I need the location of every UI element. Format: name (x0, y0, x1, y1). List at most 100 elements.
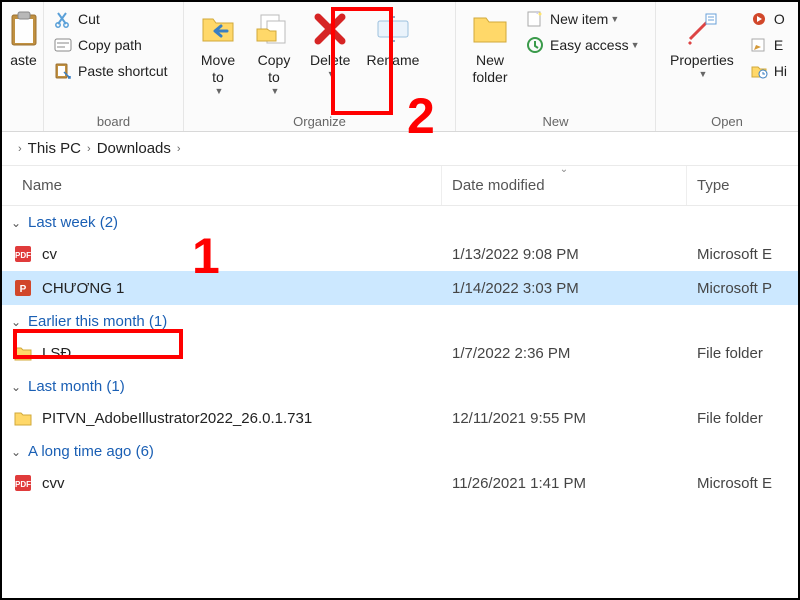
new-group-label: New (456, 114, 655, 129)
breadcrumb-item[interactable]: This PC (28, 140, 81, 157)
easy-access-label: Easy access (550, 37, 629, 53)
ribbon: aste Cut Copy path Paste shortcut (2, 2, 798, 132)
group-label: Last month (1) (28, 378, 125, 395)
rename-button[interactable]: Rename (358, 6, 427, 71)
clipboard-group: Cut Copy path Paste shortcut board (44, 2, 184, 131)
chevron-right-icon: › (87, 143, 91, 155)
organize-group: Move to ▼ Copy to ▼ Delete ▼ (184, 2, 456, 131)
file-date: 1/7/2022 2:36 PM (442, 345, 687, 362)
dropdown-caret-icon: ▼ (213, 86, 224, 97)
clipboard-icon (4, 8, 44, 50)
file-name: LSĐ (42, 345, 71, 362)
group-header[interactable]: ⌄ A long time ago (6) (2, 435, 798, 466)
file-type: File folder (687, 345, 798, 362)
cut-label: Cut (78, 11, 100, 27)
column-header-date[interactable]: ⌄ Date modified (442, 166, 687, 205)
file-row[interactable]: PCHƯƠNG 11/14/2022 3:03 PMMicrosoft P (2, 271, 798, 305)
group-header[interactable]: ⌄ Last week (2) (2, 206, 798, 237)
file-date: 1/13/2022 9:08 PM (442, 246, 687, 263)
properties-label: Properties (670, 52, 734, 69)
properties-icon (682, 8, 722, 50)
group-header[interactable]: ⌄ Earlier this month (1) (2, 305, 798, 336)
group-label: Last week (2) (28, 214, 118, 231)
open-label: O (774, 11, 785, 27)
file-row[interactable]: PDFcv1/13/2022 9:08 PMMicrosoft E (2, 237, 798, 271)
chevron-down-icon: ⌄ (8, 216, 24, 230)
column-header-name[interactable]: Name (2, 166, 442, 205)
file-name-cell: PCHƯƠNG 1 (12, 277, 442, 299)
pdf-icon: PDF (12, 243, 34, 265)
new-folder-button[interactable]: New folder (462, 6, 518, 88)
new-item-icon (524, 9, 546, 29)
file-type: Microsoft E (687, 475, 798, 492)
paste-shortcut-button[interactable]: Paste shortcut (50, 58, 177, 84)
group-label: Earlier this month (1) (28, 313, 167, 330)
chevron-right-icon: › (177, 143, 181, 155)
file-name: PITVN_AdobeIllustrator2022_26.0.1.731 (42, 410, 312, 427)
chevron-down-icon: ⌄ (8, 315, 24, 329)
easy-access-icon (524, 35, 546, 55)
edit-icon (748, 35, 770, 55)
sort-indicator-icon: ⌄ (560, 164, 568, 175)
scissors-icon (52, 9, 74, 29)
breadcrumb[interactable]: › This PC › Downloads › (2, 132, 798, 166)
file-name: cv (42, 246, 57, 263)
file-row[interactable]: PITVN_AdobeIllustrator2022_26.0.1.731 12/… (2, 401, 798, 435)
paste-label: aste (10, 52, 36, 69)
history-icon (748, 61, 770, 81)
group-header[interactable]: ⌄ Last month (1) (2, 370, 798, 401)
file-name-cell: PDF cv (12, 243, 442, 265)
column-header-type[interactable]: Type (687, 166, 798, 205)
copy-path-button[interactable]: Copy path (50, 32, 177, 58)
history-button[interactable]: Hi (746, 58, 789, 84)
file-date: 12/11/2021 9:55 PM (442, 410, 687, 427)
paste-button[interactable]: aste (10, 6, 37, 71)
move-to-button[interactable]: Move to ▼ (190, 6, 246, 98)
folder-icon (12, 342, 34, 364)
easy-access-button[interactable]: Easy access ▼ (522, 32, 642, 58)
folder-icon (12, 407, 34, 429)
rename-icon (373, 8, 413, 50)
dropdown-caret-icon: ▼ (696, 69, 707, 80)
file-list: ⌄Last week (2)PDFcv1/13/2022 9:08 PMMicr… (2, 206, 798, 500)
file-row[interactable]: PDFcvv11/26/2021 1:41 PMMicrosoft E (2, 466, 798, 500)
svg-text:PDF: PDF (15, 251, 31, 260)
new-item-button[interactable]: New item ▼ (522, 6, 642, 32)
file-name: cvv (42, 475, 65, 492)
new-item-label: New item (550, 11, 608, 27)
cut-button[interactable]: Cut (50, 6, 177, 32)
clipboard-group-label: board (44, 114, 183, 129)
delete-x-icon (310, 8, 350, 50)
copy-to-button[interactable]: Copy to ▼ (246, 6, 302, 98)
dropdown-caret-icon: ▼ (608, 14, 619, 24)
open-group: Properties ▼ O E (656, 2, 798, 131)
file-row[interactable]: LSĐ 1/7/2022 2:36 PMFile folder (2, 336, 798, 370)
delete-button[interactable]: Delete ▼ (302, 6, 358, 82)
chevron-down-icon: ⌄ (8, 445, 24, 459)
open-group-label: Open (656, 114, 798, 129)
open-icon (748, 9, 770, 29)
open-button[interactable]: O (746, 6, 789, 32)
copy-path-icon (52, 35, 74, 55)
breadcrumb-item[interactable]: Downloads (97, 140, 171, 157)
file-type: Microsoft P (687, 280, 798, 297)
column-headers: Name ⌄ Date modified Type (2, 166, 798, 206)
file-type: File folder (687, 410, 798, 427)
new-group: New folder New item ▼ Easy access ▼ (456, 2, 656, 131)
paste-shortcut-label: Paste shortcut (78, 63, 168, 79)
group-label: A long time ago (6) (28, 443, 154, 460)
svg-text:P: P (20, 284, 27, 295)
edit-label: E (774, 37, 783, 53)
edit-button[interactable]: E (746, 32, 789, 58)
chevron-down-icon: ⌄ (8, 380, 24, 394)
copy-path-label: Copy path (78, 37, 142, 53)
new-folder-icon (470, 8, 510, 50)
history-label: Hi (774, 63, 787, 79)
copy-to-label: Copy to (258, 52, 291, 86)
delete-label: Delete (310, 52, 350, 69)
new-folder-label: New folder (472, 52, 507, 86)
chevron-right-icon: › (18, 143, 22, 155)
file-name-cell: LSĐ (12, 342, 442, 364)
properties-button[interactable]: Properties ▼ (662, 6, 742, 82)
pdf-icon: PDF (12, 472, 34, 494)
